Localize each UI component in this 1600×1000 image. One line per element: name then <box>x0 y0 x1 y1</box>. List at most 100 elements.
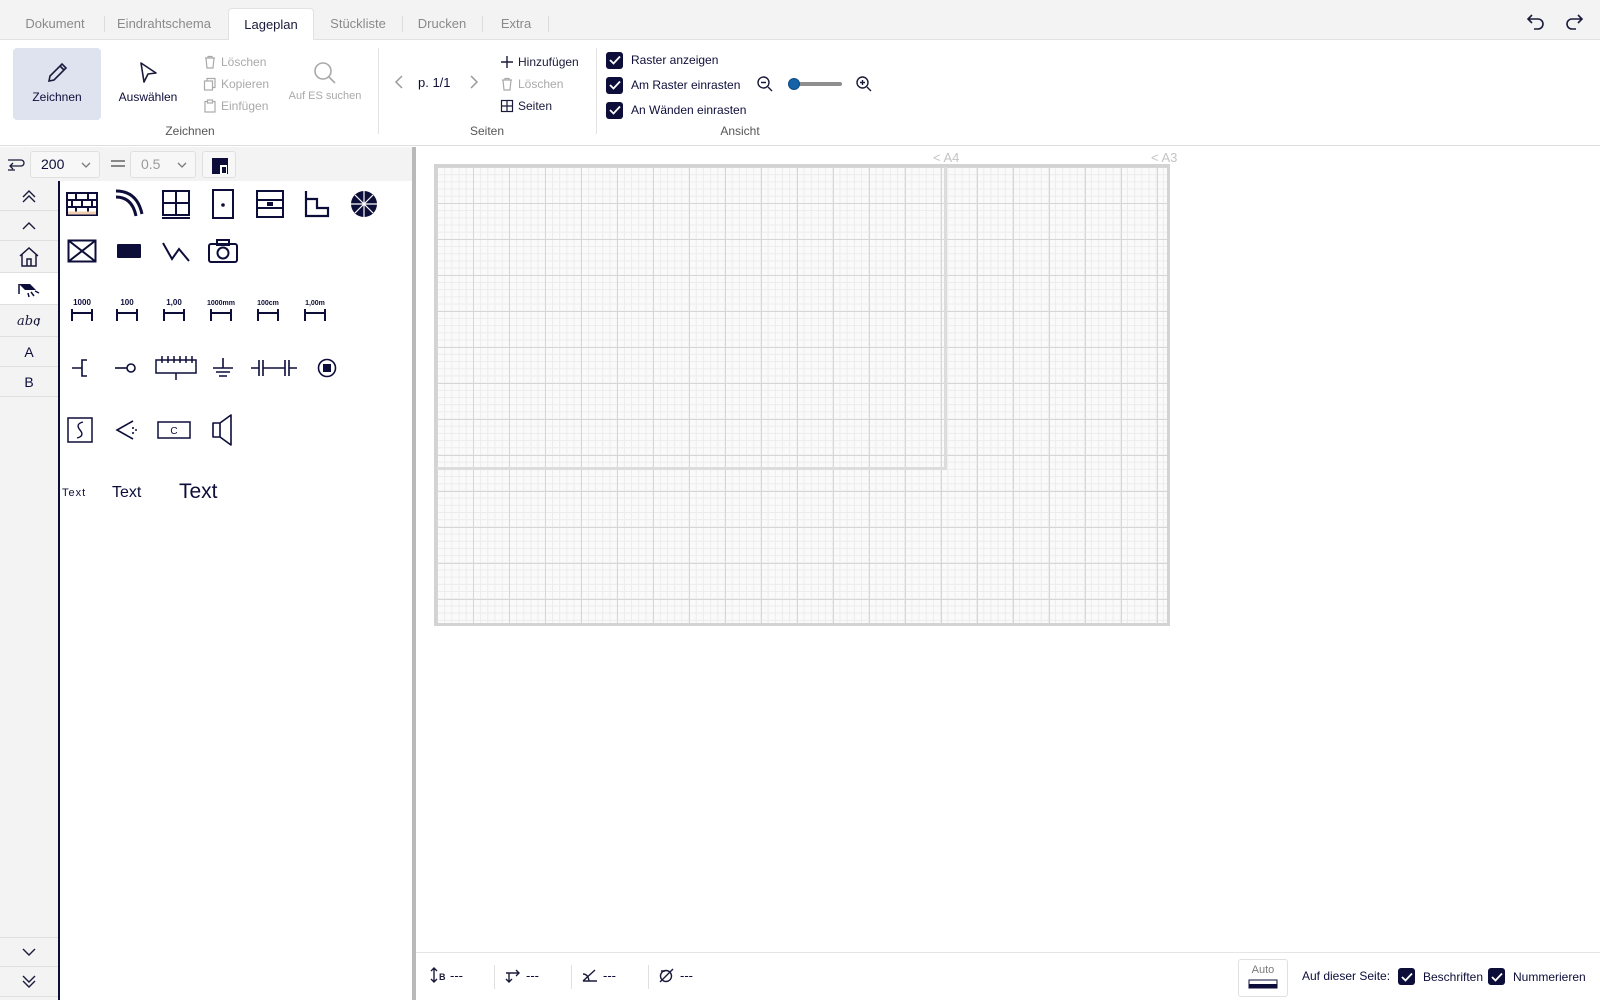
text-small-symbol[interactable]: Text <box>62 487 86 499</box>
door-symbol[interactable] <box>203 184 243 224</box>
tab-stueckliste[interactable]: Stückliste <box>318 8 398 40</box>
labels-checkbox[interactable]: Beschriften <box>1398 968 1483 985</box>
pages-button[interactable]: Seiten <box>500 96 552 116</box>
capacitor-symbol[interactable]: C <box>154 410 194 450</box>
zoom-in-button[interactable] <box>855 75 873 98</box>
paste-label: Einfügen <box>221 99 269 113</box>
copy-label: Kopieren <box>221 77 270 91</box>
paper-size-a4-marker: < A4 <box>933 150 960 165</box>
filled-rectangle-symbol[interactable] <box>109 231 149 271</box>
cutout-symbol[interactable] <box>62 231 102 271</box>
text-medium-symbol[interactable]: Text <box>112 484 141 502</box>
copy-button[interactable]: Kopieren <box>203 74 269 94</box>
dimension-label: 1,00 <box>166 298 182 307</box>
auto-fill-button[interactable]: Auto <box>1238 959 1288 997</box>
speaker-symbol[interactable] <box>202 410 242 450</box>
zoom-slider[interactable] <box>788 77 846 91</box>
show-grid-checkbox[interactable]: Raster anzeigen <box>606 50 718 70</box>
capacitor-series-symbol[interactable] <box>248 348 300 388</box>
socket-symbol[interactable] <box>307 348 347 388</box>
grid-paper[interactable] <box>434 164 1170 626</box>
cabinet-symbol[interactable] <box>250 184 290 224</box>
curved-wall-symbol[interactable] <box>109 184 149 224</box>
svg-text:abc: abc <box>17 314 41 329</box>
diameter-value: --- <box>680 967 693 983</box>
snap-walls-checkbox[interactable]: An Wänden einrasten <box>606 100 746 120</box>
line-width-icon <box>110 157 126 176</box>
scroll-down-button[interactable] <box>0 937 58 967</box>
zoom-slider-thumb[interactable] <box>788 78 800 90</box>
stairs-icon <box>304 191 330 218</box>
line-width-select[interactable]: 0.5 <box>130 151 196 178</box>
search-es-button[interactable]: Auf ES suchen <box>280 48 370 120</box>
draw-button[interactable]: Zeichnen <box>13 48 101 120</box>
round-object-symbol[interactable] <box>344 184 384 224</box>
filled-rectangle-icon <box>117 244 141 258</box>
fuse-box-symbol[interactable] <box>60 410 100 450</box>
dimension-1000-symbol[interactable]: 1000 <box>60 289 104 329</box>
pin-terminal-icon <box>115 363 136 373</box>
zigzag-line-icon <box>162 242 190 262</box>
terminal-strip-icon <box>155 356 197 380</box>
dimension-1000mm-symbol[interactable]: 1000mm <box>199 289 243 329</box>
tab-divider <box>548 16 549 32</box>
redo-button[interactable] <box>1563 10 1585 32</box>
scroll-top-button[interactable] <box>0 181 58 211</box>
numbering-checkbox[interactable]: Nummerieren <box>1488 968 1586 985</box>
terminal-bracket-symbol[interactable] <box>60 348 100 388</box>
prev-page-button[interactable] <box>393 74 407 95</box>
delete-button[interactable]: Löschen <box>203 52 266 72</box>
select-button[interactable]: Auswählen <box>104 48 192 120</box>
category-text[interactable]: abc <box>0 305 58 337</box>
drawing-canvas[interactable]: < A4 < A3 <box>416 147 1600 951</box>
tab-eindrahtschema[interactable]: Eindrahtschema <box>108 8 220 40</box>
terminal-strip-symbol[interactable] <box>153 348 199 388</box>
tab-dokument[interactable]: Dokument <box>10 8 100 40</box>
undo-button[interactable] <box>1525 10 1547 32</box>
add-page-button[interactable]: Hinzufügen <box>500 52 579 72</box>
category-electrical[interactable] <box>0 273 58 305</box>
category-b[interactable]: B <box>0 367 58 397</box>
delete-page-button[interactable]: Löschen <box>500 74 563 94</box>
dimension-ruler-icon: 1000 <box>71 298 93 321</box>
scale-value: 200 <box>41 156 65 172</box>
paper-size-a3-marker: < A3 <box>1151 150 1178 165</box>
dimension-1-00-symbol[interactable]: 1,00 <box>152 289 196 329</box>
brick-wall-symbol[interactable] <box>62 184 102 224</box>
paste-button[interactable]: Einfügen <box>203 96 268 116</box>
chevron-down-icon <box>81 162 91 168</box>
next-page-button[interactable] <box>466 74 480 95</box>
window-icon <box>162 190 190 219</box>
svg-text:B: B <box>439 972 446 982</box>
stairs-symbol[interactable] <box>297 184 337 224</box>
scroll-bottom-button[interactable] <box>0 967 58 997</box>
polyline-symbol[interactable] <box>156 231 196 271</box>
scroll-up-button[interactable] <box>0 211 58 241</box>
scale-select[interactable]: 200 <box>30 151 100 178</box>
checkbox-checked-icon <box>1488 968 1505 985</box>
tab-extra[interactable]: Extra <box>486 8 546 40</box>
color-picker-button[interactable] <box>202 151 236 178</box>
snap-grid-checkbox[interactable]: Am Raster einrasten <box>606 75 740 95</box>
text-large-symbol[interactable]: Text <box>179 480 218 504</box>
sensor-symbol[interactable] <box>106 410 146 450</box>
dimension-1-00m-symbol[interactable]: 1,00m <box>293 289 337 329</box>
numbering-check-label: Nummerieren <box>1513 969 1586 984</box>
category-building[interactable] <box>0 241 58 273</box>
height-readout: B --- <box>430 967 463 983</box>
zoom-out-button[interactable] <box>756 75 774 98</box>
brick-wall-icon <box>66 192 98 216</box>
bracket-terminal-icon <box>72 359 87 377</box>
tab-lageplan[interactable]: Lageplan <box>228 8 314 41</box>
tab-drucken[interactable]: Drucken <box>406 8 478 40</box>
dimension-100-symbol[interactable]: 100 <box>105 289 149 329</box>
connection-point-symbol[interactable] <box>106 348 146 388</box>
light-fixture-icon <box>18 283 40 297</box>
panel-toolbar: 200 0.5 <box>0 147 416 181</box>
ground-symbol[interactable] <box>203 348 243 388</box>
camera-symbol[interactable] <box>203 231 243 271</box>
dimension-100cm-symbol[interactable]: 100cm <box>246 289 290 329</box>
category-a[interactable]: A <box>0 337 58 367</box>
window-symbol[interactable] <box>156 184 196 224</box>
search-icon <box>314 62 336 84</box>
